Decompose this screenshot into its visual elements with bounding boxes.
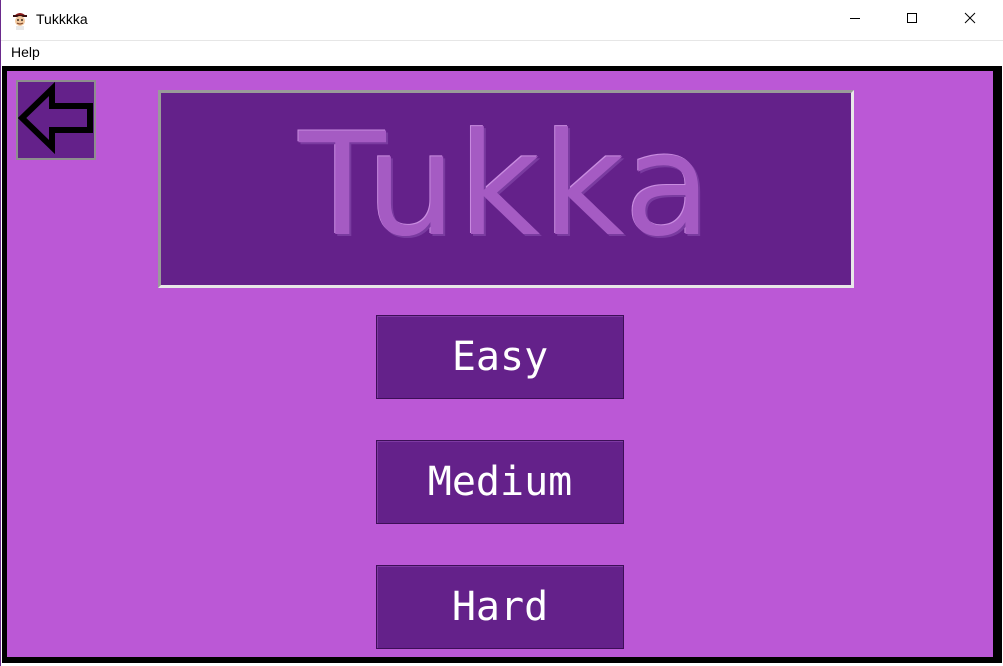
title-bar[interactable]: Tukkkka — [1, 0, 1003, 40]
menu-help[interactable]: Help — [10, 44, 41, 60]
easy-button[interactable]: Easy — [376, 315, 624, 399]
game-canvas: Tukka Easy Medium Hard — [7, 71, 993, 657]
logo-panel: Tukka — [158, 90, 854, 288]
app-window: Tukkkka Help Tukka Easy Medium Hard — [0, 0, 1003, 666]
window-title: Tukkkka — [36, 11, 88, 27]
minimize-icon — [849, 11, 861, 29]
logo-title: Tukka — [298, 103, 714, 268]
hard-button-label: Hard — [451, 584, 549, 630]
hard-button[interactable]: Hard — [376, 565, 624, 649]
close-button[interactable] — [941, 0, 999, 40]
back-button[interactable] — [16, 80, 96, 160]
medium-button[interactable]: Medium — [376, 440, 624, 524]
maximize-button[interactable] — [883, 0, 941, 40]
pirate-face-icon — [11, 10, 29, 30]
medium-button-label: Medium — [427, 459, 573, 505]
minimize-button[interactable] — [826, 0, 884, 40]
easy-button-label: Easy — [451, 334, 549, 380]
game-frame: Tukka Easy Medium Hard — [2, 66, 1002, 663]
close-icon — [964, 11, 976, 29]
maximize-icon — [906, 11, 918, 29]
arrow-left-icon — [17, 80, 94, 161]
menu-bar: Help — [1, 40, 1003, 65]
